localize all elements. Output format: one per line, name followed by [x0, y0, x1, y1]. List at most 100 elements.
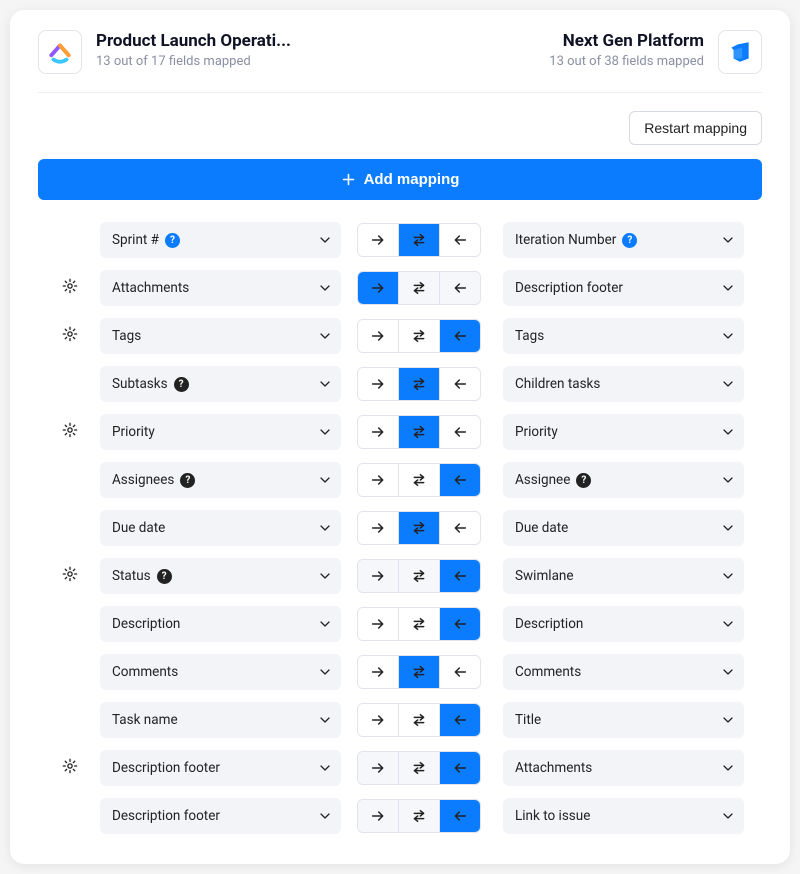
arrow-both-icon: [411, 664, 427, 680]
direction-both-button[interactable]: [398, 224, 439, 256]
mapping-row: Status? Swimlane: [38, 558, 762, 594]
direction-both-button[interactable]: [398, 416, 439, 448]
direction-both-button[interactable]: [398, 464, 439, 496]
mapping-row: Due date Due date: [38, 510, 762, 546]
field-label: Subtasks?: [112, 376, 189, 392]
gear-icon[interactable]: [62, 566, 78, 586]
chevron-down-icon: [722, 570, 734, 582]
direction-both-button[interactable]: [398, 704, 439, 736]
field-label: Due date: [515, 520, 568, 536]
direction-left-button[interactable]: [439, 752, 480, 784]
direction-left-button[interactable]: [439, 416, 480, 448]
direction-both-button[interactable]: [398, 368, 439, 400]
direction-left-button[interactable]: [439, 704, 480, 736]
field-select-left[interactable]: Description footer: [100, 798, 341, 834]
direction-right-button[interactable]: [358, 512, 398, 544]
field-label: Sprint #?: [112, 232, 180, 248]
clickup-app-icon: [38, 30, 82, 74]
field-select-left[interactable]: Tags: [100, 318, 341, 354]
arrow-right-icon: [370, 664, 386, 680]
field-select-left[interactable]: Attachments: [100, 270, 341, 306]
field-select-left[interactable]: Subtasks?: [100, 366, 341, 402]
mapping-row: Sprint #? Iteration Number?: [38, 222, 762, 258]
gear-icon[interactable]: [62, 278, 78, 298]
field-select-right[interactable]: Comments: [503, 654, 744, 690]
gear-icon[interactable]: [62, 326, 78, 346]
field-select-left[interactable]: Assignees?: [100, 462, 341, 498]
direction-left-button[interactable]: [439, 368, 480, 400]
field-select-left[interactable]: Priority: [100, 414, 341, 450]
field-label: Description footer: [112, 808, 220, 824]
field-select-right[interactable]: Link to issue: [503, 798, 744, 834]
field-select-left[interactable]: Description footer: [100, 750, 341, 786]
field-select-right[interactable]: Priority: [503, 414, 744, 450]
arrow-right-icon: [370, 712, 386, 728]
direction-right-button[interactable]: [358, 416, 398, 448]
mapping-rows: Sprint #? Iteration Number? Attachments …: [38, 222, 762, 834]
chevron-down-icon: [319, 234, 331, 246]
direction-both-button[interactable]: [398, 656, 439, 688]
field-select-left[interactable]: Due date: [100, 510, 341, 546]
field-select-right[interactable]: Iteration Number?: [503, 222, 744, 258]
arrow-both-icon: [411, 616, 427, 632]
chevron-down-icon: [722, 810, 734, 822]
direction-left-button[interactable]: [439, 512, 480, 544]
gear-icon[interactable]: [62, 758, 78, 778]
direction-right-button[interactable]: [358, 320, 398, 352]
mapping-row: Tags Tags: [38, 318, 762, 354]
direction-left-button[interactable]: [439, 560, 480, 592]
field-select-left[interactable]: Status?: [100, 558, 341, 594]
field-label: Assignees?: [112, 472, 195, 488]
direction-right-button[interactable]: [358, 704, 398, 736]
chevron-down-icon: [722, 714, 734, 726]
direction-toggle: [357, 271, 481, 305]
field-select-left[interactable]: Comments: [100, 654, 341, 690]
field-select-right[interactable]: Description footer: [503, 270, 744, 306]
mapping-panel: Product Launch Operati... 13 out of 17 f…: [10, 10, 790, 864]
arrow-right-icon: [370, 376, 386, 392]
direction-right-button[interactable]: [358, 368, 398, 400]
direction-right-button[interactable]: [358, 608, 398, 640]
field-select-right[interactable]: Description: [503, 606, 744, 642]
direction-both-button[interactable]: [398, 512, 439, 544]
restart-mapping-button[interactable]: Restart mapping: [629, 111, 762, 145]
direction-right-button[interactable]: [358, 272, 398, 304]
mapping-row: Priority Priority: [38, 414, 762, 450]
right-project-title: Next Gen Platform: [549, 30, 704, 52]
field-select-left[interactable]: Description: [100, 606, 341, 642]
arrow-both-icon: [411, 808, 427, 824]
mapping-row: Assignees? Assignee?: [38, 462, 762, 498]
add-mapping-button[interactable]: Add mapping: [38, 159, 762, 200]
field-label: Assignee?: [515, 472, 591, 488]
direction-toggle: [357, 751, 481, 785]
gear-icon[interactable]: [62, 422, 78, 442]
direction-left-button[interactable]: [439, 464, 480, 496]
direction-toggle: [357, 559, 481, 593]
direction-left-button[interactable]: [439, 224, 480, 256]
direction-left-button: [439, 272, 480, 304]
field-select-left[interactable]: Sprint #?: [100, 222, 341, 258]
direction-right-button[interactable]: [358, 224, 398, 256]
field-select-right[interactable]: Attachments: [503, 750, 744, 786]
direction-left-button[interactable]: [439, 608, 480, 640]
direction-left-button[interactable]: [439, 320, 480, 352]
arrow-left-icon: [452, 424, 468, 440]
info-icon: ?: [576, 473, 591, 488]
field-select-right[interactable]: Swimlane: [503, 558, 744, 594]
direction-left-button[interactable]: [439, 656, 480, 688]
header-left: Product Launch Operati... 13 out of 17 f…: [38, 30, 291, 74]
field-select-right[interactable]: Due date: [503, 510, 744, 546]
info-icon: ?: [180, 473, 195, 488]
field-select-right[interactable]: Children tasks: [503, 366, 744, 402]
field-select-right[interactable]: Assignee?: [503, 462, 744, 498]
arrow-both-icon: [411, 280, 427, 296]
field-select-left[interactable]: Task name: [100, 702, 341, 738]
arrow-left-icon: [452, 472, 468, 488]
direction-both-button[interactable]: [398, 320, 439, 352]
direction-both-button[interactable]: [398, 608, 439, 640]
direction-right-button[interactable]: [358, 656, 398, 688]
direction-right-button[interactable]: [358, 464, 398, 496]
field-select-right[interactable]: Tags: [503, 318, 744, 354]
field-select-right[interactable]: Title: [503, 702, 744, 738]
direction-left-button[interactable]: [439, 800, 480, 832]
